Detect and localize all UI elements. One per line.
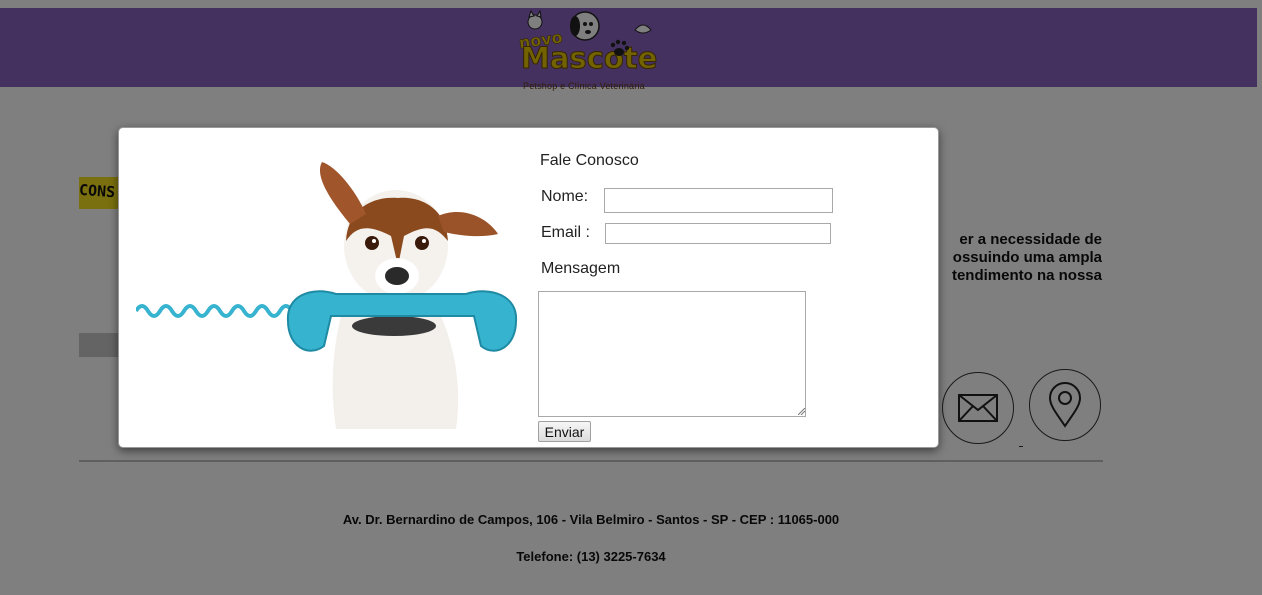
mensagem-label: Mensagem — [541, 260, 621, 277]
email-input[interactable] — [605, 223, 831, 244]
email-label: Email : — [541, 224, 590, 241]
mensagem-textarea[interactable] — [538, 291, 806, 417]
resize-grip-icon[interactable] — [798, 408, 805, 415]
enviar-button[interactable]: Enviar — [538, 421, 591, 442]
nome-label: Nome: — [541, 188, 589, 205]
dog-phone-image — [136, 146, 521, 429]
contact-modal: Fale Conosco Nome: Email : Mensagem Envi… — [118, 127, 939, 448]
modal-title: Fale Conosco — [540, 152, 639, 169]
nome-input[interactable] — [604, 188, 833, 213]
